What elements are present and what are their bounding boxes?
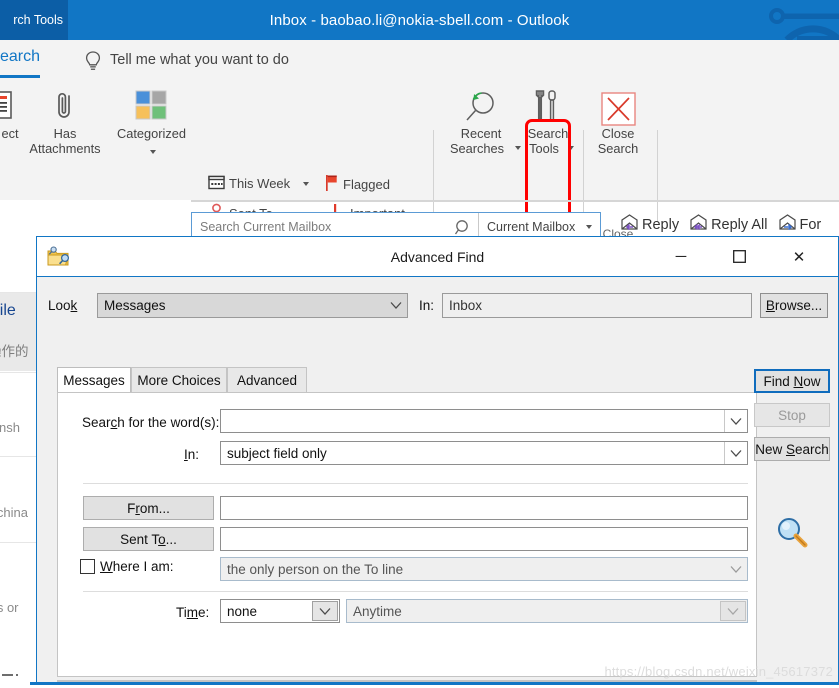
lightbulb-icon (84, 50, 102, 77)
search-in-combo[interactable]: subject field only (220, 441, 748, 465)
reply-button[interactable]: Reply (620, 214, 679, 235)
calendar-icon (208, 174, 225, 193)
ribbon-content: ect Has Attachments Categorized This Wee… (0, 82, 839, 249)
window-title: Inbox - baobao.li@nokia-sbell.com - Outl… (269, 11, 570, 29)
ribbon-label-tools: Tools (529, 141, 559, 156)
magnifier-icon (775, 517, 809, 556)
list-item[interactable]: nts or (0, 600, 19, 615)
ribbon-button-flagged[interactable]: Flagged (325, 174, 390, 194)
title-bar: Inbox - baobao.li@nokia-sbell.com - Outl… (0, 0, 839, 40)
search-in-value: subject field only (227, 445, 327, 461)
advanced-find-dialog: Advanced Find ─ ✕ Look Messages In: Inbo… (36, 236, 839, 682)
chevron-down-icon[interactable] (720, 601, 746, 621)
close-icon[interactable]: ✕ (776, 237, 822, 276)
search-scope-label: Current Mailbox (487, 220, 576, 234)
chevron-down-icon[interactable] (586, 225, 592, 229)
tab-search-underline (0, 75, 40, 78)
tab-messages[interactable]: Messages (57, 367, 131, 393)
list-item[interactable]: d.china (0, 505, 28, 520)
tab-strip: Messages More Choices Advanced (57, 367, 757, 393)
where-i-am-checkbox[interactable] (80, 559, 95, 574)
messages-tab-pane: Search for the word(s): In: subject fiel… (57, 392, 757, 677)
reply-all-button[interactable]: Reply All (689, 214, 768, 235)
time-value: none (227, 603, 258, 619)
forward-label: For (799, 216, 822, 233)
recent-search-icon (462, 90, 498, 131)
list-item[interactable]: chensh (0, 420, 20, 435)
sent-to-button[interactable]: Sent To... (83, 527, 214, 551)
maximize-icon[interactable] (716, 237, 762, 276)
time-range-value: Anytime (353, 603, 402, 619)
tab-more-choices[interactable]: More Choices (131, 367, 227, 393)
tools-icon (530, 90, 566, 129)
search-words-label: Search for the word(s): (82, 415, 220, 430)
search-words-input[interactable] (220, 409, 748, 433)
chevron-down-icon[interactable] (147, 143, 156, 161)
tab-search[interactable]: earch (0, 48, 58, 72)
forward-icon (778, 214, 797, 235)
where-i-am-value: the only person on the To line (227, 561, 404, 577)
reply-label: Reply (642, 216, 680, 233)
chevron-down-icon[interactable] (724, 410, 747, 432)
time-range-combo[interactable]: Anytime (346, 599, 748, 623)
tab-advanced[interactable]: Advanced (227, 367, 307, 393)
ribbon-label-subject: ect (1, 126, 19, 141)
look-value: Messages (104, 298, 166, 313)
dialog-title-bar[interactable]: Advanced Find ─ ✕ (37, 237, 838, 277)
subject-icon (0, 90, 14, 125)
ribbon-label-search2: Search (597, 141, 639, 156)
ribbon-button-this-week[interactable]: This Week (208, 174, 310, 193)
browse-button[interactable]: Browse... (760, 293, 828, 318)
ribbon-label-attachments: Attachments (29, 141, 101, 156)
where-i-am-label: Where I am: (100, 559, 174, 574)
ribbon: earch Tell me what you want to do ect Ha… (0, 40, 839, 249)
time-type-combo[interactable]: none (220, 599, 340, 623)
background-bottom-strip (0, 669, 30, 683)
minimize-icon[interactable]: ─ (658, 237, 704, 276)
ribbon-label-recent: Recent (460, 126, 502, 141)
list-item[interactable]: 操作的 (0, 340, 29, 360)
new-search-button[interactable]: New Search (754, 437, 830, 461)
chevron-down-icon[interactable] (303, 181, 310, 186)
ribbon-label-flagged: Flagged (343, 176, 390, 192)
ribbon-tab-row: earch Tell me what you want to do (0, 40, 839, 82)
chevron-down-icon[interactable] (385, 294, 407, 317)
in-folder-field[interactable]: Inbox (442, 293, 752, 318)
chevron-down-icon[interactable] (724, 442, 747, 464)
context-tab-search-tools[interactable]: rch Tools (0, 0, 68, 40)
paperclip-icon (52, 90, 78, 127)
time-label: Time: (176, 605, 210, 620)
reply-all-label: Reply All (711, 216, 768, 233)
in-folder-value: Inbox (449, 298, 483, 313)
ribbon-label-close: Close (601, 126, 635, 141)
search-in-label: In: (184, 447, 200, 462)
categories-icon (135, 90, 167, 127)
look-label: Look (48, 298, 78, 313)
ribbon-label-has: Has (53, 126, 77, 141)
chevron-down-icon[interactable] (568, 146, 574, 150)
ribbon-label-searches: Searches (449, 141, 505, 156)
ribbon-label-search: Search (527, 126, 569, 141)
find-now-button[interactable]: Find Now (754, 369, 830, 393)
sent-to-field[interactable] (220, 527, 748, 551)
reply-icon (620, 214, 639, 235)
chevron-down-icon[interactable] (725, 558, 747, 580)
dialog-body: Look Messages In: Inbox Browse... Messag… (37, 277, 838, 682)
tell-me-box[interactable]: Tell me what you want to do (110, 52, 289, 68)
ribbon-label-categorized: Categorized (116, 126, 186, 141)
forward-button[interactable]: For (778, 214, 822, 235)
list-item[interactable]: obile (0, 302, 16, 320)
flag-icon (325, 174, 339, 194)
watermark: https://blog.csdn.net/weixin_45617372 (604, 664, 833, 679)
stop-button[interactable]: Stop (754, 403, 830, 427)
look-in-type-combo[interactable]: Messages (97, 293, 408, 318)
reply-all-icon (689, 214, 708, 235)
in-label: In: (419, 298, 435, 313)
where-i-am-combo[interactable]: the only person on the To line (220, 557, 748, 581)
ribbon-label-this-week: This Week (229, 176, 291, 191)
message-action-bar: Reply Reply All For (620, 214, 821, 235)
from-field[interactable] (220, 496, 748, 520)
from-button[interactable]: From... (83, 496, 214, 520)
chevron-down-icon[interactable] (312, 601, 338, 621)
